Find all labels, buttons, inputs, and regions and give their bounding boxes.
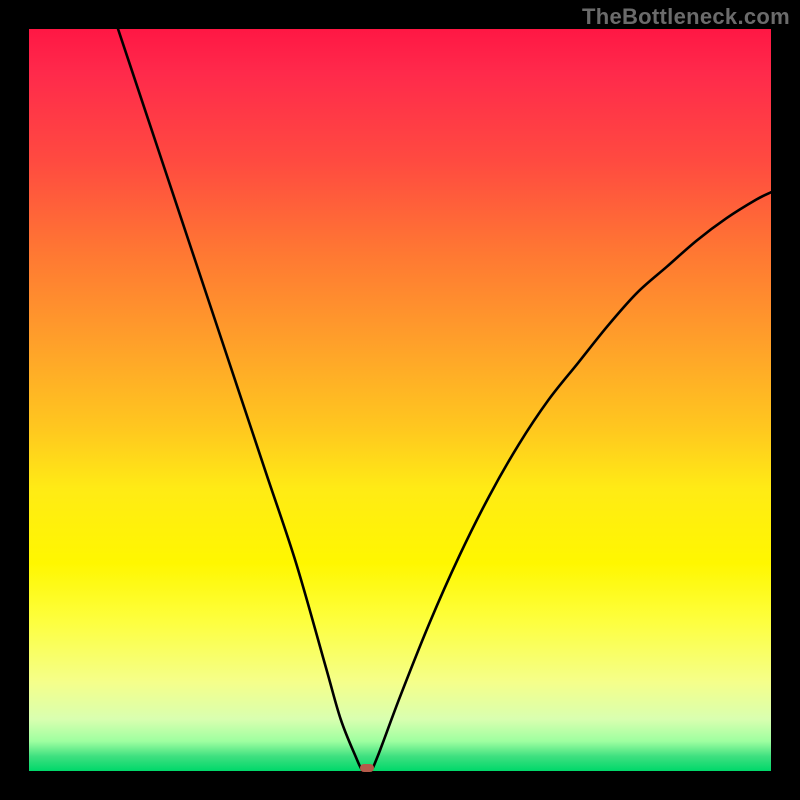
bottleneck-curve [118, 29, 771, 773]
watermark-text: TheBottleneck.com [582, 4, 790, 30]
curve-svg [29, 29, 771, 771]
minimum-marker [360, 764, 374, 772]
plot-area [29, 29, 771, 771]
